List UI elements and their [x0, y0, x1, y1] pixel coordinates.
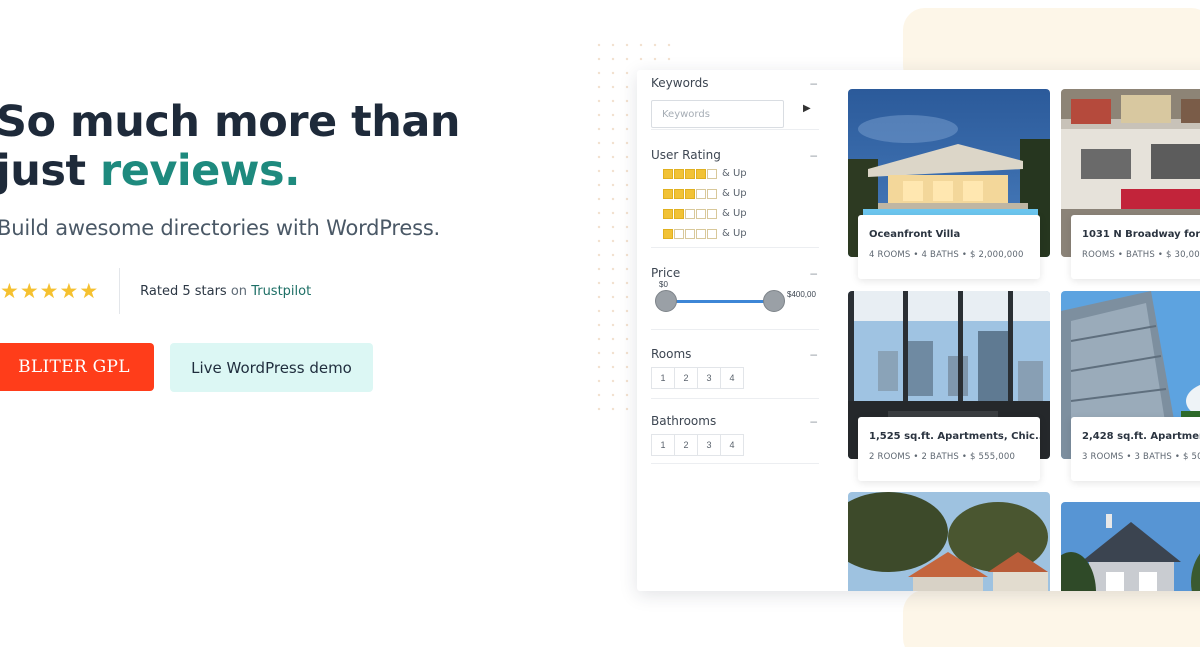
- bathrooms-option-1[interactable]: 1: [651, 434, 675, 456]
- collapse-icon[interactable]: –: [810, 76, 817, 90]
- listing-title: Oceanfront Villa: [869, 229, 961, 240]
- rating-prefix: Rated 5 stars: [140, 283, 227, 299]
- rating-stars-icon: [663, 168, 717, 179]
- listing-meta: ROOMS • BATHS • $ 30,000: [1082, 250, 1200, 260]
- price-max-label: $400,00: [787, 290, 816, 299]
- price-slider-max-handle[interactable]: [763, 290, 785, 312]
- filter-user-rating: User Rating – & Up & Up & Up & Up: [651, 148, 819, 248]
- rating-option-label: & Up: [722, 228, 747, 239]
- rooms-option-3[interactable]: 3: [697, 367, 721, 389]
- listing-card[interactable]: 1031 N Broadway for $3 ROOMS • BATHS • $…: [1061, 89, 1200, 279]
- listing-meta: 4 ROOMS • 4 BATHS • $ 2,000,000: [869, 250, 1024, 260]
- filter-keywords-label: Keywords: [651, 76, 709, 90]
- hero-title-accent: reviews.: [99, 146, 300, 196]
- hero-title: So much more than just reviews.: [0, 98, 460, 196]
- live-demo-button[interactable]: Live WordPress demo: [170, 343, 373, 392]
- hero-subtitle: Build awesome directories with WordPress…: [0, 216, 441, 240]
- rating-option-label: & Up: [722, 208, 747, 219]
- listing-info: 1,525 sq.ft. Apartments, Chic... 2 ROOMS…: [858, 417, 1040, 481]
- hero-title-line1: So much more than: [0, 97, 460, 147]
- listing-title: 2,428 sq.ft. Apartments: [1082, 431, 1200, 442]
- rating-option-4[interactable]: & Up: [663, 168, 747, 179]
- filter-bathrooms: Bathrooms – 1 2 3 4: [651, 414, 819, 464]
- rating-option-label: & Up: [722, 188, 747, 199]
- keywords-input[interactable]: Keywords: [651, 100, 784, 128]
- filter-price: Price – $0 $400,00: [651, 266, 819, 330]
- listing-meta: 2 ROOMS • 2 BATHS • $ 555,000: [869, 452, 1016, 462]
- rating-on: on: [230, 283, 248, 299]
- listing-card[interactable]: [848, 492, 1050, 591]
- collapse-icon[interactable]: –: [810, 148, 817, 162]
- filter-user-rating-label: User Rating: [651, 148, 721, 162]
- listing-photo-suburban: [848, 492, 1050, 591]
- star-icon: ★: [0, 279, 19, 303]
- listing-photo-house: [1061, 502, 1200, 591]
- bathrooms-selector: 1 2 3 4: [651, 434, 744, 456]
- rating-option-label: & Up: [722, 168, 747, 179]
- bliter-gpl-button[interactable]: BLITER GPL: [0, 343, 154, 391]
- directory-preview-panel: Keywords – Keywords ▶ User Rating – & Up…: [637, 70, 1200, 591]
- filter-price-label: Price: [651, 266, 681, 280]
- listing-card[interactable]: 2,428 sq.ft. Apartments 3 ROOMS • 3 BATH…: [1061, 291, 1200, 481]
- price-min-label: $0: [659, 280, 668, 289]
- bathrooms-option-3[interactable]: 3: [697, 434, 721, 456]
- listing-meta: 3 ROOMS • 3 BATHS • $ 500,0: [1082, 452, 1200, 462]
- rooms-option-1[interactable]: 1: [651, 367, 675, 389]
- price-slider-track[interactable]: [665, 300, 773, 303]
- listing-info: 1031 N Broadway for $3 ROOMS • BATHS • $…: [1071, 215, 1200, 279]
- rating-option-3[interactable]: & Up: [663, 188, 747, 199]
- star-icon: ★: [19, 279, 39, 303]
- collapse-icon[interactable]: –: [810, 414, 817, 428]
- rooms-selector: 1 2 3 4: [651, 367, 744, 389]
- filter-sidebar: Keywords – Keywords ▶ User Rating – & Up…: [637, 70, 823, 591]
- listing-card[interactable]: Oceanfront Villa 4 ROOMS • 4 BATHS • $ 2…: [848, 89, 1050, 279]
- rooms-option-2[interactable]: 2: [674, 367, 698, 389]
- bathrooms-option-4[interactable]: 4: [720, 434, 744, 456]
- rating-divider: [119, 268, 121, 314]
- star-icon: ★: [39, 279, 59, 303]
- rating-stars-icon: [663, 208, 717, 219]
- rating-stars-icon: [663, 188, 717, 199]
- trustpilot-stars: ★ ★ ★ ★ ★: [0, 281, 98, 302]
- search-submit-icon[interactable]: ▶: [803, 103, 815, 115]
- filter-bathrooms-label: Bathrooms: [651, 414, 717, 428]
- listing-info: 2,428 sq.ft. Apartments 3 ROOMS • 3 BATH…: [1071, 417, 1200, 481]
- listing-info: Oceanfront Villa 4 ROOMS • 4 BATHS • $ 2…: [858, 215, 1040, 279]
- trustpilot-link[interactable]: Trustpilot: [251, 284, 311, 299]
- listing-card[interactable]: 1,525 sq.ft. Apartments, Chic... 2 ROOMS…: [848, 291, 1050, 481]
- star-icon: ★: [59, 279, 79, 303]
- rating-text: Rated 5 stars on Trustpilot: [140, 284, 311, 299]
- listing-title: 1031 N Broadway for $3: [1082, 229, 1200, 240]
- hero-title-line2: just: [0, 146, 100, 196]
- star-icon: ★: [79, 279, 99, 303]
- rating-row: ★ ★ ★ ★ ★ Rated 5 stars on Trustpilot: [0, 268, 311, 314]
- collapse-icon[interactable]: –: [810, 347, 817, 361]
- rating-option-2[interactable]: & Up: [663, 208, 747, 219]
- rooms-option-4[interactable]: 4: [720, 367, 744, 389]
- filter-keywords: Keywords – Keywords ▶: [651, 76, 819, 130]
- rating-stars-icon: [663, 228, 717, 239]
- listing-title: 1,525 sq.ft. Apartments, Chic...: [869, 431, 1040, 442]
- listing-card[interactable]: [1061, 502, 1200, 591]
- bathrooms-option-2[interactable]: 2: [674, 434, 698, 456]
- collapse-icon[interactable]: –: [810, 266, 817, 280]
- rating-option-1[interactable]: & Up: [663, 228, 747, 239]
- filter-rooms: Rooms – 1 2 3 4: [651, 347, 819, 399]
- price-slider-min-handle[interactable]: [655, 290, 677, 312]
- decorative-cream-block-bottom: [903, 590, 1200, 647]
- filter-rooms-label: Rooms: [651, 347, 692, 361]
